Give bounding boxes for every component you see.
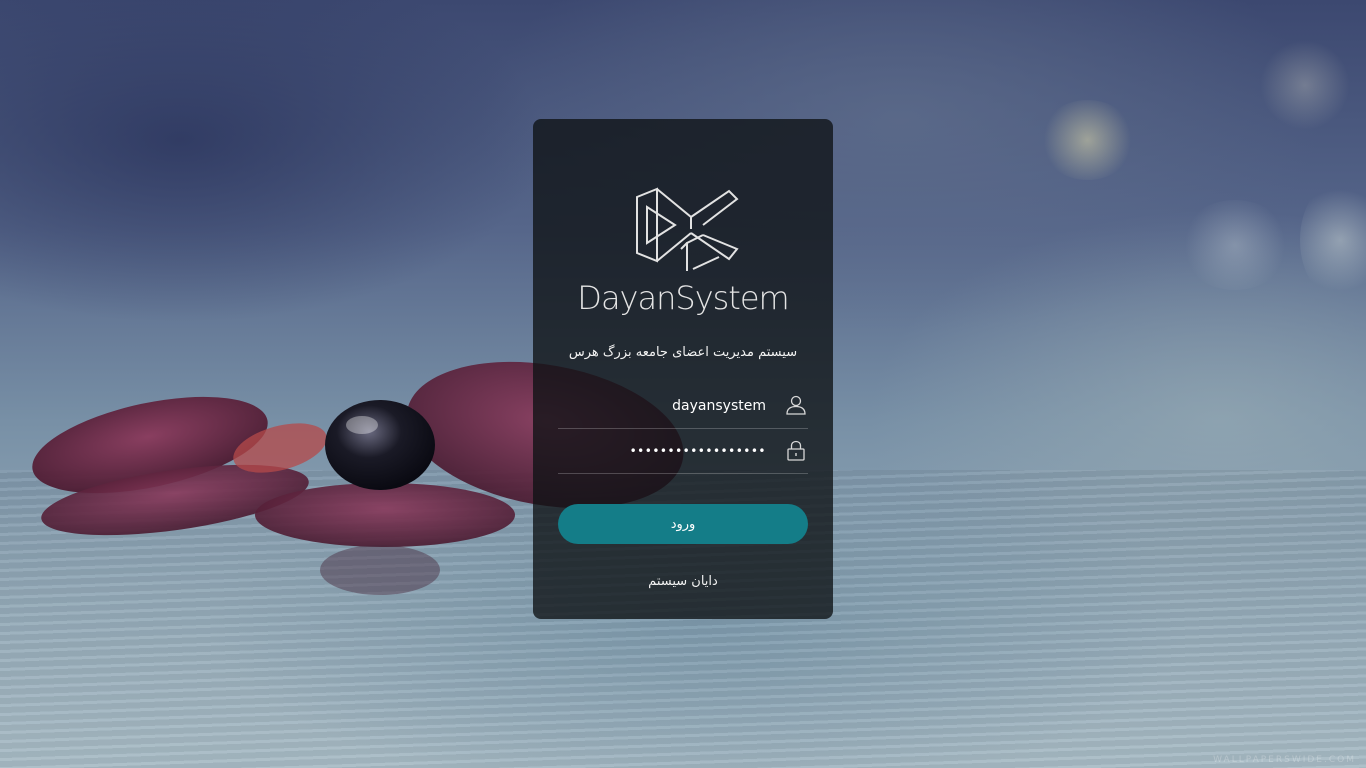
system-title: سیستم مدیریت اعضای جامعه بزرگ هرس [568,345,798,360]
password-input[interactable] [566,439,766,463]
login-button[interactable]: ورود [558,504,808,544]
password-field [558,430,808,474]
watermark-text: WALLPAPERSWIDE.COM [1213,755,1356,765]
lock-icon [787,440,805,461]
footer-brand-text: دایان سیستم [648,574,718,589]
dayansystem-logo-icon [636,187,739,271]
brand-wordmark: DayanSystem [577,279,789,317]
login-card: DayanSystem سیستم مدیریت اعضای جامعه بزر… [533,119,833,619]
username-field [558,385,808,429]
username-input[interactable] [566,394,766,418]
user-icon [786,395,806,415]
